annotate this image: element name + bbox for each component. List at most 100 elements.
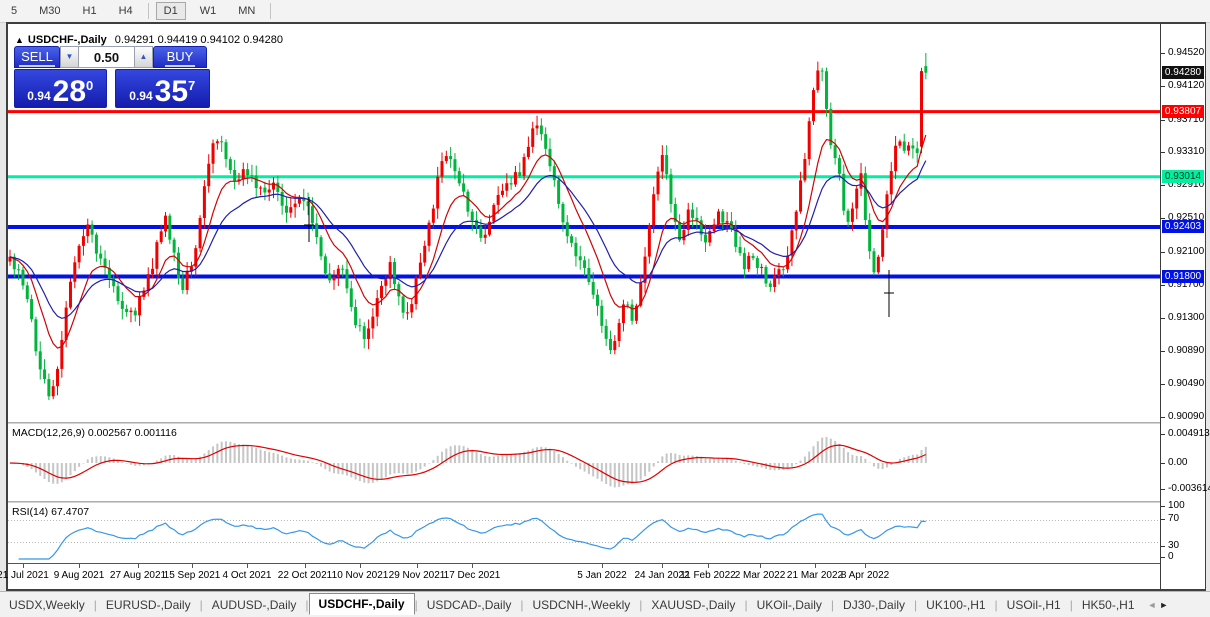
tab-dj30-daily[interactable]: DJ30-,Daily [834, 595, 914, 615]
date-axis-tick [708, 564, 709, 568]
date-axis-label: 8 Apr 2022 [840, 570, 890, 581]
sell-price-display[interactable]: 0.94 28 0 [14, 69, 107, 108]
macd-axis-label: 0.00 [1168, 457, 1188, 468]
rsi-axis-tick [1161, 519, 1165, 520]
rsi-panel-canvas[interactable] [8, 503, 1160, 564]
price-axis-tick [1161, 152, 1165, 154]
current-price-badge: 0.94280 [1162, 66, 1204, 80]
tab-usdchf-daily[interactable]: USDCHF-,Daily [308, 593, 415, 615]
sell-price-prefix: 0.94 [27, 89, 51, 103]
price-axis-label: 0.90890 [1168, 345, 1205, 357]
tab-audusd-daily[interactable]: AUDUSD-,Daily [203, 595, 306, 615]
date-axis-label: 22 Oct 2021 [277, 570, 333, 581]
chart-client-area: ▲ USDCHF-,Daily 0.94291 0.94419 0.94102 0.… [0, 24, 1210, 589]
date-axis-label: 17 Dec 2021 [443, 570, 501, 581]
moving-average-line [9, 160, 927, 319]
tab-uk100-h1[interactable]: UK100-,H1 [917, 595, 994, 615]
tab-usoil-h1[interactable]: USOil-,H1 [998, 595, 1070, 615]
price-axis-label: 0.90090 [1168, 411, 1205, 422]
price-axis-label: 0.90490 [1168, 378, 1205, 390]
date-axis-label: 27 Aug 2021 [109, 570, 167, 581]
date-axis-label: 4 Oct 2021 [222, 570, 272, 581]
price-axis-label: 0.92100 [1168, 245, 1205, 257]
buy-price-big-digits: 35 [154, 75, 189, 108]
price-level-badge: 0.92403 [1162, 220, 1204, 234]
timeframe-button-w1[interactable]: W1 [192, 2, 225, 20]
timeframe-toolbar: 5 M30 H1 H4 D1 W1 MN [0, 0, 1210, 23]
timeframe-button-5[interactable]: 5 [3, 2, 25, 20]
chart-window: ▲ USDCHF-,Daily 0.94291 0.94419 0.94102 0.… [0, 22, 1210, 591]
rsi-axis-label: 30 [1168, 540, 1180, 551]
macd-indicator-label: MACD(12,26,9) 0.002567 0.001116 [12, 427, 177, 439]
timeframe-button-mn[interactable]: MN [230, 2, 263, 20]
tab-usdcad-daily[interactable]: USDCAD-,Daily [418, 595, 521, 615]
date-axis-label: 2 Mar 2022 [734, 570, 786, 581]
tab-scroll-right-icon[interactable]: ► [1159, 600, 1168, 610]
tab-eurusd-daily[interactable]: EURUSD-,Daily [97, 595, 200, 615]
rsi-axis-tick [1161, 546, 1165, 547]
volume-increase-button[interactable]: ▲ [134, 46, 153, 68]
price-axis-tick [1161, 85, 1165, 87]
price-axis-tick [1161, 218, 1165, 220]
date-axis-label: 10 Nov 2021 [331, 570, 389, 581]
macd-axis-tick [1161, 489, 1165, 490]
rsi-line [18, 513, 926, 560]
price-level-badge: 0.93807 [1162, 105, 1204, 119]
tab-ukoil-daily[interactable]: UKOil-,Daily [748, 595, 831, 615]
price-axis-tick [1161, 417, 1165, 418]
price-axis-tick [1161, 384, 1165, 386]
tab-scroll-left-icon[interactable]: ◄ [1148, 600, 1157, 610]
macd-axis-label: 0.004913 [1168, 428, 1210, 439]
price-axis[interactable]: 0.94520 0.94120 0.93710 0.93310 0.92910 0.925… [1160, 24, 1210, 589]
buy-button-label: BUY [164, 49, 196, 67]
macd-panel-canvas[interactable] [8, 424, 1160, 501]
timeframe-button-h1[interactable]: H1 [75, 2, 105, 20]
toolbar-separator [270, 3, 272, 19]
date-axis-label: 9 Aug 2021 [53, 570, 105, 581]
tab-usdcnh-weekly[interactable]: USDCNH-,Weekly [524, 595, 640, 615]
date-axis-tick [815, 564, 816, 568]
macd-axis-label: -0.003614 [1168, 483, 1210, 494]
buy-button[interactable]: BUY [153, 46, 207, 68]
moving-average-line [9, 134, 927, 349]
chart-tab-bar: USDX,Weekly | EURUSD-,Daily | AUDUSD-,Daily |… [0, 591, 1210, 617]
tab-usdx-weekly[interactable]: USDX,Weekly [0, 595, 94, 615]
date-axis[interactable]: 21 Jul 2021 9 Aug 2021 27 Aug 2021 15 Sep 2… [0, 564, 1160, 589]
date-axis-tick [23, 564, 24, 568]
price-level-badge: 0.93014 [1162, 170, 1204, 184]
date-axis-tick [472, 564, 473, 568]
tab-hk50-h1[interactable]: HK50-,H1 [1073, 595, 1144, 615]
rsi-axis-tick [1161, 557, 1165, 558]
buy-price-display[interactable]: 0.94 35 7 [114, 69, 210, 108]
sell-button-label: SELL [19, 49, 55, 67]
date-axis-tick [247, 564, 248, 568]
date-axis-tick [360, 564, 361, 568]
sell-price-pip-digit: 0 [86, 78, 94, 93]
sell-price-big-digits: 28 [52, 75, 87, 108]
macd-axis-tick [1161, 434, 1165, 435]
date-axis-tick [662, 564, 663, 568]
rsi-axis-label: 70 [1168, 513, 1180, 524]
rsi-axis-label: 0 [1168, 551, 1174, 562]
chart-symbol-title: USDCHF-,Daily [27, 34, 107, 46]
volume-decrease-button[interactable]: ▼ [60, 46, 79, 68]
timeframe-button-m30[interactable]: M30 [31, 2, 68, 20]
price-axis-label: 0.93310 [1168, 146, 1205, 158]
date-axis-label: 15 Sep 2021 [163, 570, 221, 581]
volume-input[interactable] [79, 46, 134, 68]
date-axis-label: 5 Jan 2022 [577, 570, 627, 581]
date-axis-tick [865, 564, 866, 568]
buy-price-prefix: 0.94 [129, 89, 153, 103]
sell-button[interactable]: SELL [14, 46, 60, 68]
rsi-axis-label: 100 [1168, 500, 1185, 511]
price-axis-label: 0.94120 [1168, 79, 1205, 91]
tab-xauusd-daily[interactable]: XAUUSD-,Daily [642, 595, 744, 615]
timeframe-button-h4[interactable]: H4 [111, 2, 141, 20]
chart-title-line: ▲ USDCHF-,Daily 0.94291 0.94419 0.94102 0.… [15, 34, 283, 46]
price-axis-tick [1161, 251, 1165, 253]
date-axis-tick [760, 564, 761, 568]
timeframe-button-d1[interactable]: D1 [155, 2, 186, 20]
collapse-panel-icon[interactable]: ▲ [15, 35, 24, 45]
buy-price-pip-digit: 7 [188, 78, 196, 93]
price-level-badge: 0.91800 [1162, 269, 1204, 283]
